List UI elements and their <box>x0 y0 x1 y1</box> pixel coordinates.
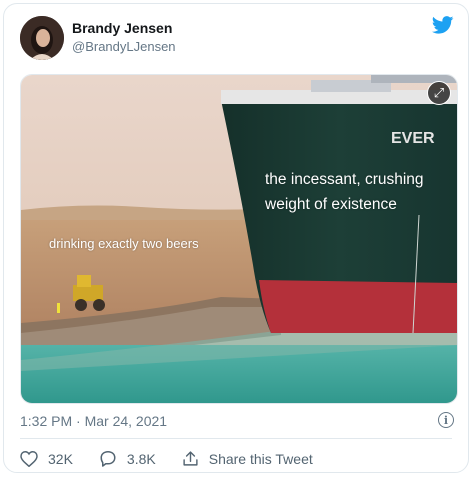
avatar[interactable] <box>20 16 64 60</box>
reply-button[interactable]: 3.8K <box>99 450 156 467</box>
heart-icon <box>20 450 38 467</box>
like-count: 32K <box>48 450 73 467</box>
tweet-timestamp[interactable]: 1:32 PM · Mar 24, 2021 <box>20 413 167 429</box>
tweet-image[interactable]: EVER drinking exactly two beers the ince… <box>20 74 458 404</box>
share-icon <box>183 451 198 466</box>
divider <box>20 438 452 439</box>
info-icon[interactable]: i <box>438 412 454 428</box>
caption-ship: the incessant, crushing weight of existe… <box>265 171 424 213</box>
twitter-bird-icon[interactable] <box>431 16 454 39</box>
expand-icon[interactable]: ⤢ <box>427 81 451 105</box>
caption-left: drinking exactly two beers <box>49 236 199 251</box>
tweet-card: Brandy Jensen @BrandyLJensen EVER drinki… <box>3 3 469 473</box>
reply-icon <box>100 451 116 467</box>
share-label: Share this Tweet <box>208 450 313 467</box>
like-button[interactable]: 32K <box>20 450 73 467</box>
share-button[interactable]: Share this Tweet <box>182 450 313 467</box>
tweet-actions: 32K 3.8K Share this Tweet <box>20 450 339 467</box>
ship-name: EVER <box>391 130 435 147</box>
reply-count: 3.8K <box>126 450 156 467</box>
author-handle[interactable]: @BrandyLJensen <box>72 39 176 54</box>
author-name[interactable]: Brandy Jensen <box>72 20 172 36</box>
